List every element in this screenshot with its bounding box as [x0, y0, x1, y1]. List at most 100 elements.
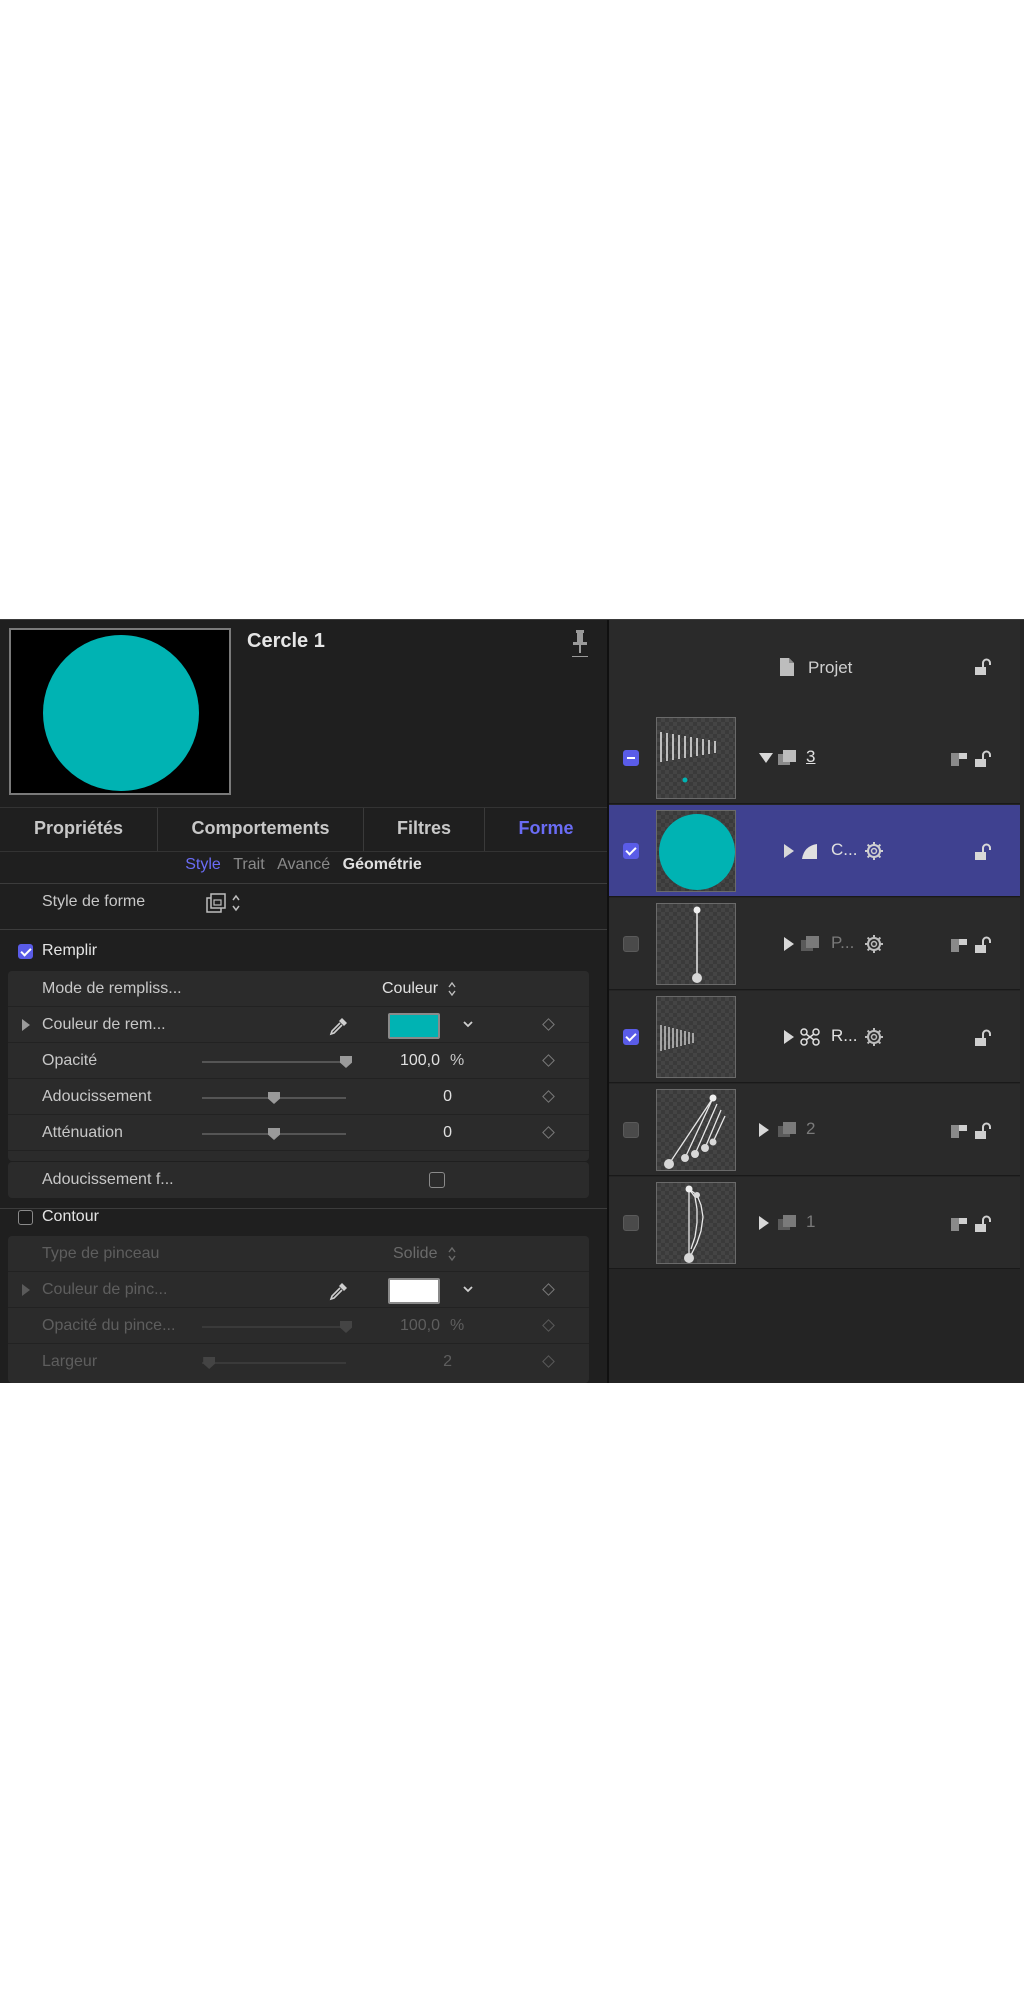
layer-thumbnail — [656, 996, 736, 1078]
expand-triangle-icon[interactable] — [784, 937, 794, 951]
fill-opacity-value[interactable]: 100,0 — [380, 1052, 440, 1070]
subtab-style[interactable]: Style — [185, 856, 221, 874]
unlock-icon[interactable] — [973, 749, 993, 769]
layer-row-group-3[interactable]: 3 — [609, 712, 1020, 804]
unlock-icon[interactable] — [973, 657, 993, 677]
chevron-down-icon[interactable] — [461, 1282, 475, 1296]
unlock-icon[interactable] — [973, 1121, 993, 1141]
brush-color-swatch[interactable] — [388, 1278, 440, 1304]
percent-unit: % — [450, 1317, 465, 1334]
blend-mode-icon[interactable] — [949, 1122, 969, 1140]
slider-knob[interactable] — [268, 1092, 280, 1104]
expand-triangle-icon[interactable] — [759, 753, 773, 763]
edge-softness-checkbox[interactable] — [429, 1172, 445, 1188]
slider-knob[interactable] — [340, 1056, 352, 1068]
layers-panel: Projet 3 C... P... R... 2 1 — [609, 620, 1024, 1383]
document-icon — [780, 658, 794, 676]
tab-shape[interactable]: Forme — [485, 808, 607, 851]
expand-triangle-icon[interactable] — [759, 1216, 769, 1230]
tab-filters[interactable]: Filtres — [364, 808, 485, 851]
fill-mode-popup[interactable]: Couleur — [382, 980, 457, 998]
project-row[interactable]: Projet — [609, 620, 1020, 713]
updown-icon — [448, 981, 457, 996]
brush-opacity-slider[interactable] — [202, 1321, 352, 1333]
replicator-icon — [800, 1028, 820, 1046]
keyframe-icon[interactable] — [542, 1018, 555, 1031]
gear-icon[interactable] — [864, 1027, 884, 1047]
layer-name[interactable]: R... — [831, 1026, 857, 1046]
fill-color-row: Couleur de rem... — [8, 1007, 589, 1043]
shape-style-popup[interactable] — [205, 892, 245, 914]
layer-name[interactable]: 3 — [806, 747, 815, 767]
fill-falloff-value[interactable]: 0 — [380, 1124, 452, 1142]
keyframe-icon[interactable] — [542, 1283, 555, 1296]
subtab-stroke[interactable]: Trait — [233, 856, 264, 874]
fill-falloff-label: Atténuation — [42, 1124, 123, 1141]
layer-visibility-checkbox[interactable] — [623, 750, 639, 766]
brush-color-row: Couleur de pinc... — [8, 1272, 589, 1308]
keyframe-icon[interactable] — [542, 1126, 555, 1139]
expand-triangle-icon[interactable] — [784, 844, 794, 858]
layer-name[interactable]: P... — [831, 933, 854, 953]
fill-color-swatch[interactable] — [388, 1013, 440, 1039]
layer-name[interactable]: 2 — [806, 1119, 815, 1139]
keyframe-icon[interactable] — [542, 1319, 555, 1332]
fill-section-label: Remplir — [42, 942, 98, 959]
group-icon — [801, 936, 819, 951]
fill-enable-checkbox[interactable] — [18, 944, 33, 959]
inspector-panel: Cercle 1 Propriétés Comportements Filtre… — [0, 620, 609, 1383]
disclosure-triangle-icon[interactable] — [22, 1284, 30, 1296]
fill-falloff-row: Atténuation 0 — [8, 1115, 589, 1151]
unlock-icon[interactable] — [973, 1028, 993, 1048]
eyedropper-icon[interactable] — [328, 1280, 350, 1302]
layer-visibility-checkbox[interactable] — [623, 1029, 639, 1045]
brush-width-slider[interactable] — [202, 1357, 346, 1369]
brush-opacity-value[interactable]: 100,0 — [380, 1317, 440, 1335]
unlock-icon[interactable] — [973, 935, 993, 955]
fill-color-label: Couleur de rem... — [42, 1016, 166, 1033]
layer-visibility-checkbox[interactable] — [623, 1122, 639, 1138]
outline-enable-checkbox[interactable] — [18, 1210, 33, 1225]
gear-icon[interactable] — [864, 934, 884, 954]
layer-name[interactable]: C... — [831, 840, 857, 860]
keyframe-icon[interactable] — [542, 1355, 555, 1368]
fill-opacity-slider[interactable] — [202, 1056, 352, 1068]
keyframe-icon[interactable] — [542, 1090, 555, 1103]
expand-triangle-icon[interactable] — [759, 1123, 769, 1137]
pin-icon[interactable] — [568, 628, 592, 658]
layer-visibility-checkbox[interactable] — [623, 1215, 639, 1231]
object-title: Cercle 1 — [247, 630, 325, 652]
blend-mode-icon[interactable] — [949, 750, 969, 768]
tab-properties[interactable]: Propriétés — [0, 808, 158, 851]
layer-visibility-checkbox[interactable] — [623, 843, 639, 859]
layer-row-p[interactable]: P... — [609, 898, 1020, 990]
eyedropper-icon[interactable] — [328, 1015, 350, 1037]
layer-row-group-1[interactable]: 1 — [609, 1177, 1020, 1269]
disclosure-triangle-icon[interactable] — [22, 1019, 30, 1031]
layer-row-r[interactable]: R... — [609, 991, 1020, 1083]
tab-behaviors[interactable]: Comportements — [158, 808, 364, 851]
brush-type-popup[interactable]: Solide — [393, 1245, 456, 1263]
expand-triangle-icon[interactable] — [784, 1030, 794, 1044]
fill-softness-value[interactable]: 0 — [380, 1088, 452, 1106]
keyframe-icon[interactable] — [542, 1054, 555, 1067]
fill-softness-slider[interactable] — [202, 1092, 346, 1104]
blend-mode-icon[interactable] — [949, 1215, 969, 1233]
gear-icon[interactable] — [864, 841, 884, 861]
slider-knob[interactable] — [268, 1128, 280, 1140]
slider-knob[interactable] — [203, 1357, 216, 1369]
subtab-advanced[interactable]: Avancé — [277, 856, 330, 874]
fill-falloff-slider[interactable] — [202, 1128, 346, 1140]
chevron-down-icon[interactable] — [461, 1017, 475, 1031]
layer-row-circle[interactable]: C... — [609, 805, 1020, 897]
subtab-geometry[interactable]: Géométrie — [343, 856, 422, 874]
blend-mode-icon[interactable] — [949, 936, 969, 954]
layer-name[interactable]: 1 — [806, 1212, 815, 1232]
brush-width-value[interactable]: 2 — [380, 1353, 452, 1371]
slider-knob[interactable] — [340, 1321, 352, 1333]
fill-panel-extra: Adoucissement f... — [8, 1162, 589, 1198]
layer-row-group-2[interactable]: 2 — [609, 1084, 1020, 1176]
unlock-icon[interactable] — [973, 1214, 993, 1234]
layer-visibility-checkbox[interactable] — [623, 936, 639, 952]
unlock-icon[interactable] — [973, 842, 993, 862]
